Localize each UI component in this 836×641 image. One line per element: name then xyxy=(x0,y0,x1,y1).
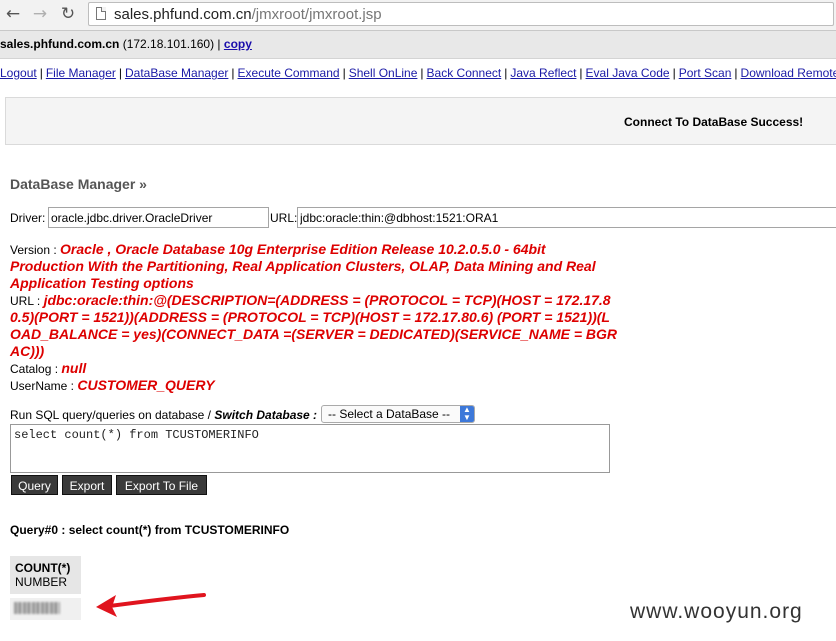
menu-eval-java-code[interactable]: Eval Java Code xyxy=(586,66,670,80)
username-label: UserName : xyxy=(10,379,78,393)
version-row: Version : Oracle , Oracle Database 10g E… xyxy=(10,241,620,292)
database-select[interactable]: -- Select a DataBase -- ▲ ▼ xyxy=(321,405,475,423)
export-to-file-button[interactable]: Export To File xyxy=(116,475,207,495)
status-message-box: Connect To DataBase Success! xyxy=(5,97,836,145)
main-menu: Logout | File Manager | DataBase Manager | Exe… xyxy=(0,66,836,80)
red-arrow-annotation xyxy=(96,593,206,617)
menu-separator: | xyxy=(504,66,508,80)
menu-separator: | xyxy=(672,66,676,80)
driver-input[interactable] xyxy=(48,207,269,228)
page-icon xyxy=(96,7,106,20)
column-name: COUNT(*) xyxy=(15,561,71,575)
result-cell-redacted xyxy=(10,598,81,620)
menu-port-scan[interactable]: Port Scan xyxy=(679,66,732,80)
url-label: URL: xyxy=(270,211,298,225)
copy-link[interactable]: copy xyxy=(224,37,252,51)
database-select-value: -- Select a DataBase -- xyxy=(328,407,451,421)
menu-separator: | xyxy=(734,66,738,80)
address-url: sales.phfund.com.cn/jmxroot/jmxroot.jsp xyxy=(114,6,382,23)
driver-label: Driver: xyxy=(10,211,46,225)
menu-separator: | xyxy=(579,66,583,80)
url-input[interactable] xyxy=(297,207,836,228)
query-result-title: Query#0 : select count(*) from TCUSTOMER… xyxy=(10,523,290,537)
menu-back-connect[interactable]: Back Connect xyxy=(427,66,502,80)
username-value: CUSTOMER_QUERY xyxy=(77,377,215,393)
menu-download-remote-file[interactable]: Download Remote File xyxy=(741,66,836,80)
menu-separator: | xyxy=(342,66,346,80)
menu-java-reflect[interactable]: Java Reflect xyxy=(510,66,576,80)
status-message: Connect To DataBase Success! xyxy=(624,115,804,129)
run-sql-label: Run SQL query/queries on database / Swit… xyxy=(10,408,318,422)
host-ip: (172.18.101.160) | xyxy=(119,37,224,51)
menu-separator: | xyxy=(39,66,43,80)
connection-info: Version : Oracle , Oracle Database 10g E… xyxy=(10,241,620,394)
forward-arrow-icon[interactable]: → xyxy=(30,4,50,24)
menu-database-manager[interactable]: DataBase Manager xyxy=(125,66,228,80)
redacted-value xyxy=(14,602,60,614)
menu-separator: | xyxy=(118,66,122,80)
version-value: Oracle , Oracle Database 10g Enterprise … xyxy=(10,241,596,291)
result-header: COUNT(*) NUMBER xyxy=(10,556,81,594)
url-info-value: jdbc:oracle:thin:@(DESCRIPTION=(ADDRESS … xyxy=(10,292,618,359)
host-name: sales.phfund.com.cn xyxy=(0,37,120,51)
username-row: UserName : CUSTOMER_QUERY xyxy=(10,377,620,394)
chevron-updown-icon: ▲ ▼ xyxy=(460,406,474,422)
back-arrow-icon[interactable]: ← xyxy=(3,4,23,24)
page-title: DataBase Manager » xyxy=(10,176,147,192)
query-button[interactable]: Query xyxy=(11,475,58,495)
column-type: NUMBER xyxy=(15,575,68,589)
catalog-row: Catalog : null xyxy=(10,360,620,377)
menu-logout[interactable]: Logout xyxy=(0,66,37,80)
address-bar[interactable]: sales.phfund.com.cn/jmxroot/jmxroot.jsp xyxy=(88,2,834,26)
catalog-value: null xyxy=(61,360,87,376)
url-info-label: URL : xyxy=(10,294,44,308)
menu-shell-online[interactable]: Shell OnLine xyxy=(349,66,418,80)
menu-execute-command[interactable]: Execute Command xyxy=(238,66,340,80)
menu-file-manager[interactable]: File Manager xyxy=(46,66,116,80)
menu-separator: | xyxy=(420,66,424,80)
switch-database-label: Switch Database : xyxy=(214,408,318,422)
version-label: Version : xyxy=(10,243,61,257)
host-bar: sales.phfund.com.cn (172.18.101.160) | c… xyxy=(0,31,836,59)
reload-icon[interactable]: ↻ xyxy=(58,4,78,24)
watermark: www.wooyun.org xyxy=(630,600,803,623)
browser-toolbar: ← → ↻ sales.phfund.com.cn/jmxroot/jmxroo… xyxy=(0,0,836,31)
catalog-label: Catalog : xyxy=(10,362,62,376)
export-button[interactable]: Export xyxy=(62,475,112,495)
menu-separator: | xyxy=(231,66,235,80)
result-table: COUNT(*) NUMBER xyxy=(10,556,81,620)
url-row: URL : jdbc:oracle:thin:@(DESCRIPTION=(AD… xyxy=(10,292,620,360)
sql-query-input[interactable]: select count(*) from TCUSTOMERINFO xyxy=(10,424,610,473)
